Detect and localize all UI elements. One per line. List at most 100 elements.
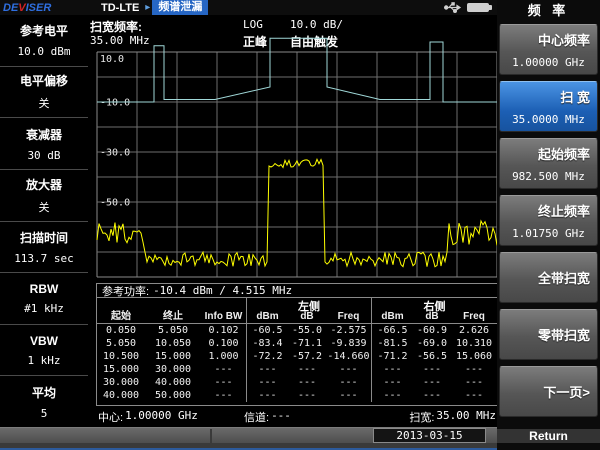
spectrum-chart: 10.0-10.0-30.0-50.0 <box>88 30 500 282</box>
sem-cell: --- <box>288 389 326 402</box>
sem-cell: --- <box>201 389 246 402</box>
sem-cell: --- <box>413 376 451 389</box>
softkey-零带扫宽[interactable]: 零带扫宽 <box>499 309 598 360</box>
table-column-header: 起始终止Info BW dBmdBFreq dBmdBFreq <box>97 310 497 324</box>
softkey-value: 982.500 MHz <box>500 170 597 183</box>
return-button[interactable]: Return <box>497 429 600 443</box>
sem-cell: 15.000 <box>97 363 145 376</box>
sem-cell: 0.100 <box>201 337 246 350</box>
sem-cell: 5.050 <box>145 324 201 337</box>
param-value: 5 <box>41 407 48 420</box>
center-freq-label: 中心: <box>98 409 123 425</box>
sem-cell: --- <box>288 363 326 376</box>
softkey-下一页>[interactable]: 下一页> <box>499 366 598 417</box>
sem-cell: --- <box>371 363 413 376</box>
sem-cell: --- <box>288 376 326 389</box>
sem-cell: -2.575 <box>326 324 371 337</box>
param-item-放大器: 放大器关 <box>0 170 88 222</box>
brand-logo: DEVISER <box>3 2 95 14</box>
ref-power-value: -10.4 dBm / 4.515 MHz <box>153 284 292 297</box>
softkey-全带扫宽[interactable]: 全带扫宽 <box>499 252 598 303</box>
param-item-RBW: RBW#1 kHz <box>0 273 88 325</box>
softkey-扫 宽[interactable]: 扫 宽 35.0000 MHz <box>499 81 598 132</box>
sem-cell: 10.050 <box>145 337 201 350</box>
param-value: 30 dB <box>27 149 60 162</box>
sem-cell: 40.000 <box>145 376 201 389</box>
softkey-label: 终止频率 <box>500 201 597 220</box>
sem-cell: -9.839 <box>326 337 371 350</box>
sem-table-row: 40.00050.000--------------------- <box>97 389 497 402</box>
softkey-label: 起始频率 <box>500 144 597 163</box>
sem-cell: --- <box>246 363 288 376</box>
param-item-VBW: VBW 1 kHz <box>0 325 88 377</box>
softkey-panel-title: 频 率 <box>497 0 600 22</box>
param-value: 关 <box>39 199 50 215</box>
softkey-label: 全带扫宽 <box>500 268 597 287</box>
sem-cell: -72.2 <box>246 350 288 363</box>
y-axis-label: -30.0 <box>100 148 130 159</box>
sem-cell: 15.000 <box>145 350 201 363</box>
parameter-panel: 参考电平10.0 dBm电平偏移关衰减器30 dB放大器关扫描时间113.7 s… <box>0 15 88 427</box>
status-divider <box>210 429 212 443</box>
sem-cell: -66.5 <box>371 324 413 337</box>
param-item-电平偏移: 电平偏移关 <box>0 67 88 119</box>
sem-cell: --- <box>326 376 371 389</box>
bottom-info-bar: 中心: 1.00000 GHz 信道: --- 扫宽: 35.00 MHz <box>96 408 498 424</box>
sem-cell: -14.660 <box>326 350 371 363</box>
sem-cell: --- <box>326 389 371 402</box>
softkey-label: 零带扫宽 <box>500 325 597 344</box>
span-label: 扫宽: <box>409 409 434 425</box>
sem-cell: --- <box>246 376 288 389</box>
table-group-header: 左侧 右侧 <box>97 298 497 310</box>
sem-cell: 40.000 <box>97 389 145 402</box>
softkey-终止频率[interactable]: 终止频率 1.01750 GHz <box>499 195 598 246</box>
param-item-参考电平: 参考电平10.0 dBm <box>0 15 88 67</box>
table-body: 0.0505.0500.102-60.5-55.0-2.575-66.5-60.… <box>97 324 497 402</box>
sem-table-row: 0.0505.0500.102-60.5-55.0-2.575-66.5-60.… <box>97 324 497 337</box>
softkey-value: 1.01750 GHz <box>500 227 597 240</box>
sem-cell: 10.500 <box>97 350 145 363</box>
softkey-value: 35.0000 MHz <box>500 113 597 126</box>
sem-cell: --- <box>413 389 451 402</box>
sem-cell: --- <box>451 363 497 376</box>
softkey-label: 扫 宽 <box>500 87 597 106</box>
sem-cell: -60.5 <box>246 324 288 337</box>
param-value: 1 kHz <box>27 354 60 367</box>
y-axis-label: -10.0 <box>100 98 130 109</box>
span-value: 35.00 MHz <box>436 409 496 425</box>
param-label: RBW <box>30 282 59 296</box>
param-label: 参考电平 <box>20 22 68 39</box>
sem-cell: 5.050 <box>97 337 145 350</box>
param-item-衰减器: 衰减器30 dB <box>0 118 88 170</box>
channel-value: --- <box>271 409 291 425</box>
softkey-起始频率[interactable]: 起始频率 982.500 MHz <box>499 138 598 189</box>
ref-power-row: 参考功率: -10.4 dBm / 4.515 MHz <box>97 284 497 298</box>
sem-cell: 2.626 <box>451 324 497 337</box>
sem-cell: --- <box>451 389 497 402</box>
softkey-list: 中心频率1.00000 GHz 扫 宽 35.0000 MHz 起始频率 982.500… <box>499 24 598 417</box>
sem-cell: -60.9 <box>413 324 451 337</box>
datetime-display: 2013-03-15 17:21:15 <box>373 428 486 443</box>
param-label: 电平偏移 <box>20 72 68 89</box>
y-axis-label: 10.0 <box>100 54 124 65</box>
sem-cell: 10.310 <box>451 337 497 350</box>
param-label: 平均 <box>32 384 56 401</box>
sem-cell: -56.5 <box>413 350 451 363</box>
analyzer-screen: DEVISER TD-LTE ▸ 频谱泄漏 参考电平10.0 dBm电平偏移关衰… <box>0 0 600 450</box>
center-freq-value: 1.00000 GHz <box>125 409 198 425</box>
param-value: 关 <box>39 95 50 111</box>
sem-cell: 30.000 <box>97 376 145 389</box>
param-label: VBW <box>30 334 58 348</box>
sem-cell: --- <box>371 389 413 402</box>
sem-cell: -69.0 <box>413 337 451 350</box>
sem-cell: --- <box>246 389 288 402</box>
param-value: 113.7 sec <box>14 252 74 265</box>
sem-results-table: 参考功率: -10.4 dBm / 4.515 MHz 左侧 右侧 起始终止In… <box>96 283 498 406</box>
sem-cell: 30.000 <box>145 363 201 376</box>
sem-cell: 0.102 <box>201 324 246 337</box>
channel-label: 信道: <box>244 409 269 425</box>
softkey-中心频率[interactable]: 中心频率1.00000 GHz <box>499 24 598 75</box>
param-item-扫描时间: 扫描时间113.7 sec <box>0 222 88 274</box>
sem-cell: 15.060 <box>451 350 497 363</box>
sem-cell: 0.050 <box>97 324 145 337</box>
